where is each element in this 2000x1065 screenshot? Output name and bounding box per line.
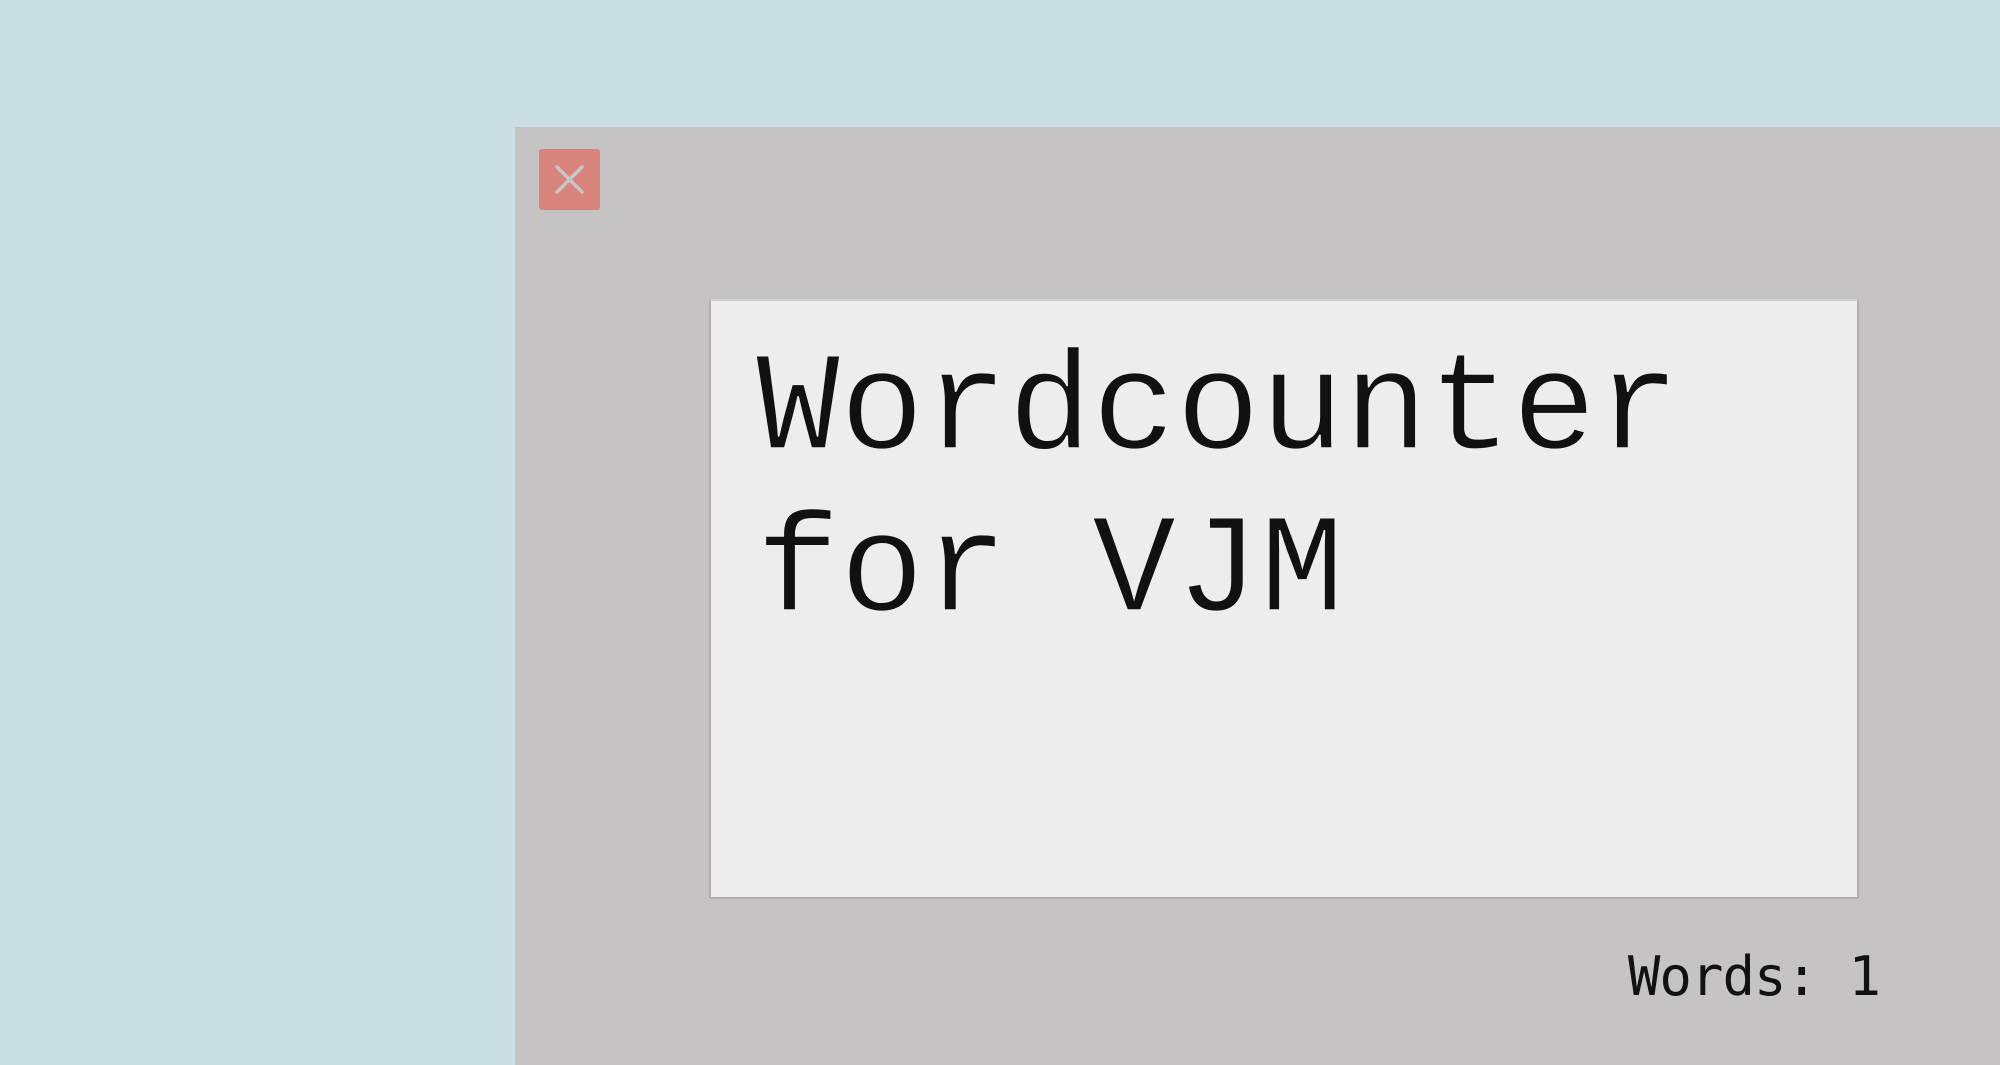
editor-content: Wordcounter for VJM: [755, 331, 1765, 654]
wordcounter-window: Wordcounter for VJM Words: 1: [515, 127, 2000, 1065]
word-count-label: Words: 1: [1627, 945, 1881, 1008]
close-icon: [555, 165, 584, 194]
close-button[interactable]: [539, 149, 600, 210]
text-editor[interactable]: Wordcounter for VJM: [709, 299, 1859, 899]
